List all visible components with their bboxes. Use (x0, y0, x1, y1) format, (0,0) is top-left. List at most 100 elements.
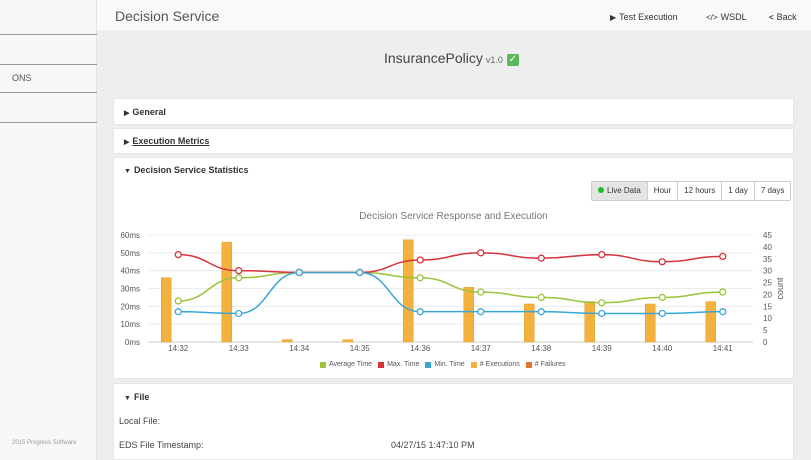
statistics-toggle[interactable]: ▼ Decision Service Statistics (124, 165, 249, 175)
series-point (598, 250, 606, 259)
live-indicator-icon (598, 187, 604, 193)
live-data-button[interactable]: Live Data (592, 182, 648, 200)
execution-bar (221, 241, 232, 343)
policy-version: v1.0 (485, 55, 503, 65)
legend-label: # Executions (479, 361, 520, 368)
y-right-tick-label: 5 (763, 326, 768, 335)
legend-label: # Failures (534, 361, 566, 368)
execution-bar (705, 301, 716, 343)
series-point (477, 288, 485, 296)
legend-max[interactable]: Max. Time (378, 361, 419, 368)
x-tick-label: 14:37 (471, 344, 492, 353)
legend-min[interactable]: Min. Time (425, 361, 465, 368)
sidebar-item-decisions[interactable]: ONS (12, 73, 32, 83)
y-left-tick-label: 20ms (120, 302, 140, 311)
series-point (174, 308, 182, 316)
series-line (178, 252, 723, 274)
valid-check-icon: ✓ (506, 54, 519, 66)
series-point (719, 252, 727, 261)
y-right-axis-label: count (775, 277, 785, 300)
series-point (537, 254, 545, 262)
y-left-tick-label: 10ms (120, 320, 140, 329)
general-toggle[interactable]: ▶ General (124, 107, 166, 117)
eds-timestamp-value: 04/27/15 1:47:10 PM (391, 440, 475, 450)
execution-bar (403, 239, 414, 343)
series-line (178, 271, 723, 315)
execution-bar (342, 339, 353, 343)
series-point (719, 308, 727, 316)
series-point (658, 293, 666, 302)
execution-bar (161, 277, 172, 343)
sidebar-divider (0, 122, 97, 123)
y-right-tick-label: 10 (763, 314, 772, 323)
y-right-tick-label: 30 (763, 267, 772, 276)
series-point (598, 309, 606, 318)
1-day-button[interactable]: 1 day (722, 182, 755, 200)
execution-metrics-label: Execution Metrics (132, 136, 210, 146)
hour-button[interactable]: Hour (648, 182, 679, 200)
back-label: Back (776, 12, 797, 22)
series-point (719, 288, 727, 296)
y-left-tick-label: 0ms (125, 338, 140, 347)
response-execution-chart: 0ms 10ms 20ms 30ms 40ms 50ms 60ms 0 5 10 15 20 25 30 3… (120, 231, 785, 353)
legend-swatch (525, 361, 532, 368)
x-tick-label: 14:38 (531, 344, 552, 353)
series-point (416, 274, 424, 282)
legend-swatch (470, 361, 477, 368)
y-right-tick-label: 0 (763, 338, 768, 347)
y-right-tick-label: 35 (763, 255, 772, 264)
wsdl-button[interactable]: </> WSDL (706, 12, 747, 22)
x-tick-label: 14:40 (652, 344, 673, 353)
series-line (178, 271, 723, 304)
series-point (477, 249, 485, 257)
legend-label: Max. Time (387, 361, 420, 368)
execution-bar (584, 301, 595, 343)
test-execution-button[interactable]: ▶ Test Execution (610, 12, 678, 22)
page-title: Decision Service (115, 8, 220, 24)
12-hours-button[interactable]: 12 hours (678, 182, 723, 200)
series-point (235, 309, 243, 318)
legend-executions[interactable]: # Executions (470, 361, 520, 368)
series-point (658, 258, 666, 266)
series-point (356, 268, 364, 277)
caret-down-icon: ▼ (124, 395, 131, 402)
series-point (295, 268, 303, 277)
y-left-tick-label: 50ms (120, 249, 140, 258)
series-point (537, 293, 545, 302)
series-point (235, 267, 243, 275)
general-label: General (132, 107, 166, 117)
execution-metrics-toggle[interactable]: ▶ Execution Metrics (124, 136, 209, 146)
statistics-label: Decision Service Statistics (133, 165, 249, 175)
series-point (174, 250, 182, 259)
live-data-label: Live Data (607, 186, 641, 195)
legend-failures[interactable]: # Failures (525, 361, 566, 368)
7-days-button[interactable]: 7 days (755, 182, 791, 200)
caret-down-icon: ▼ (124, 168, 131, 175)
series-point (174, 297, 182, 305)
time-range-selector: Live Data Hour 12 hours 1 day 7 days (591, 181, 792, 201)
policy-name: InsurancePolicy (384, 50, 483, 66)
x-tick-label: 14:34 (289, 344, 310, 353)
wsdl-label: WSDL (720, 12, 747, 22)
legend-label: Min. Time (434, 361, 465, 368)
eds-timestamp-label: EDS File Timestamp: (119, 440, 204, 450)
file-label: File (133, 392, 150, 402)
y-right-tick-label: 45 (763, 231, 772, 240)
file-toggle[interactable]: ▼ File (124, 392, 149, 402)
y-right-tick-label: 15 (763, 302, 772, 311)
play-icon: ▶ (610, 13, 617, 22)
legend-average[interactable]: Average Time (320, 361, 372, 368)
caret-right-icon: ▶ (124, 139, 130, 146)
series-point (235, 274, 243, 282)
series-point (598, 299, 606, 307)
x-tick-label: 14:41 (713, 344, 734, 353)
chart-legend: Average Time Max. Time Min. Time # Execu… (320, 361, 572, 368)
copyright-text: 2015 Progress Software (12, 440, 77, 446)
code-icon: </> (706, 13, 718, 22)
execution-bar (645, 303, 656, 343)
back-button[interactable]: < Back (769, 12, 797, 22)
y-right-tick-label: 25 (763, 279, 772, 288)
x-tick-label: 14:33 (229, 344, 250, 353)
x-tick-label: 14:35 (350, 344, 371, 353)
caret-right-icon: ▶ (124, 110, 130, 117)
